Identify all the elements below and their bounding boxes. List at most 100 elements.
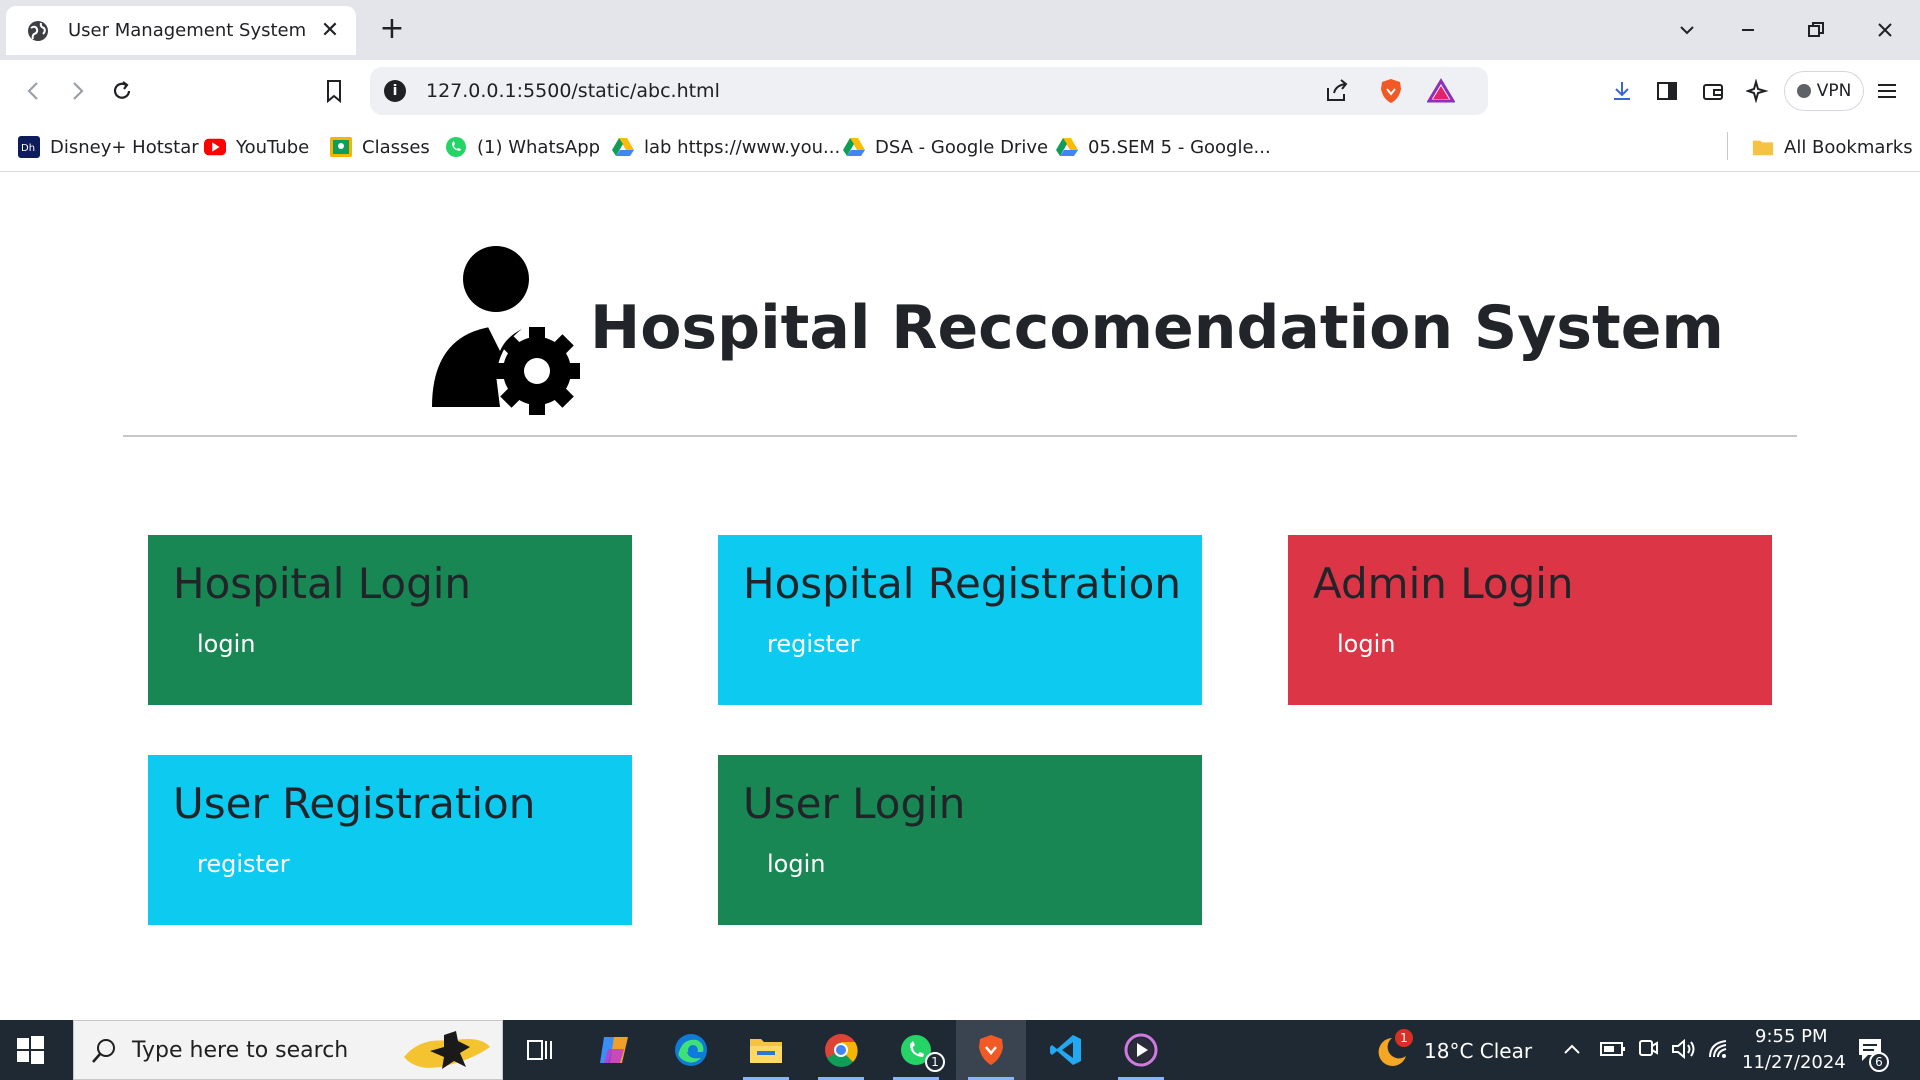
whatsapp-badge: 1 <box>925 1052 945 1072</box>
user-register-link[interactable]: register <box>197 850 290 878</box>
new-tab-plus-icon[interactable]: + <box>376 14 408 46</box>
svg-text:Dh: Dh <box>21 143 35 154</box>
clock-time[interactable]: 9:55 PM <box>1755 1026 1828 1047</box>
search-highlight-icon <box>404 1031 490 1069</box>
bookmark-label: Disney+ Hotstar <box>50 136 199 158</box>
card-admin-login: Admin Login login <box>1288 535 1772 705</box>
vpn-status-icon <box>1796 84 1811 98</box>
card-hospital-registration: Hospital Registration register <box>718 535 1202 705</box>
forward-arrow-icon[interactable] <box>61 75 93 107</box>
all-bookmarks-button[interactable]: All Bookmarks <box>1752 134 1913 160</box>
drive-icon <box>1056 136 1078 158</box>
wallet-icon[interactable] <box>1698 76 1728 106</box>
sidebar-icon[interactable] <box>1652 76 1682 106</box>
chrome-icon[interactable] <box>806 1020 876 1080</box>
minimize-icon[interactable] <box>1718 0 1778 60</box>
bookmark-lab[interactable]: lab https://www.you... <box>612 134 840 160</box>
hospital-login-link[interactable]: login <box>197 630 255 658</box>
share-icon[interactable] <box>1322 76 1352 106</box>
tab-close-icon[interactable]: ✕ <box>318 18 342 43</box>
notification-count-badge: 6 <box>1869 1052 1889 1072</box>
address-bar[interactable]: i 127.0.0.1:5500/static/abc.html <box>370 67 1488 115</box>
tab-strip: User Management System ✕ + <box>0 0 1920 60</box>
classroom-icon <box>330 136 352 158</box>
whatsapp-icon <box>445 136 467 158</box>
battery-icon[interactable] <box>1600 1040 1626 1058</box>
tab-title: User Management System <box>68 20 307 41</box>
media-player-icon[interactable] <box>1106 1020 1176 1080</box>
user-login-link[interactable]: login <box>767 850 825 878</box>
card-title: Hospital Registration <box>743 559 1181 608</box>
bookmarks-bar: Dh Disney+ Hotstar YouTube Classes (1) W… <box>0 122 1920 172</box>
windows-taskbar: Type here to search 1 1 18°C Clear 9:55 … <box>0 1020 1920 1080</box>
admin-login-link[interactable]: login <box>1337 630 1395 658</box>
bookmark-label: DSA - Google Drive <box>875 136 1049 158</box>
search-placeholder: Type here to search <box>132 1038 349 1063</box>
back-arrow-icon[interactable] <box>18 75 50 107</box>
browser-tab-active[interactable]: User Management System ✕ <box>6 6 356 55</box>
whatsapp-taskbar-icon[interactable]: 1 <box>881 1020 951 1080</box>
bookmark-hotstar[interactable]: Dh Disney+ Hotstar <box>18 134 199 160</box>
browser-toolbar: i 127.0.0.1:5500/static/abc.html VPN <box>0 60 1920 122</box>
bookmarks-separator <box>1727 132 1728 160</box>
bookmark-icon[interactable] <box>318 75 350 107</box>
brave-rewards-icon[interactable] <box>1426 76 1456 106</box>
bookmark-label: (1) WhatsApp <box>477 136 601 158</box>
task-view-icon[interactable] <box>505 1020 575 1080</box>
download-icon[interactable] <box>1607 76 1637 106</box>
bookmark-sem5-drive[interactable]: 05.SEM 5 - Google... <box>1056 134 1271 160</box>
vscode-icon[interactable] <box>1031 1020 1101 1080</box>
card-title: Admin Login <box>1313 559 1574 608</box>
vpn-button[interactable]: VPN <box>1784 71 1864 111</box>
hospital-register-link[interactable]: register <box>767 630 860 658</box>
globe-icon <box>28 20 48 41</box>
file-explorer-icon[interactable] <box>731 1020 801 1080</box>
card-title: Hospital Login <box>173 559 472 608</box>
clock-date[interactable]: 11/27/2024 <box>1742 1052 1846 1073</box>
page-title: Hospital Reccomendation System <box>590 293 1724 363</box>
page-content: Hospital Reccomendation System Hospital … <box>0 173 1920 1020</box>
card-user-login: User Login login <box>718 755 1202 925</box>
bookmark-classes[interactable]: Classes <box>330 134 430 160</box>
vpn-label: VPN <box>1816 81 1852 101</box>
show-hidden-icons-chevron-icon[interactable] <box>1562 1042 1582 1056</box>
edge-icon[interactable] <box>656 1020 726 1080</box>
folder-icon <box>1752 136 1774 158</box>
card-user-registration: User Registration register <box>148 755 632 925</box>
tab-search-chevron-icon[interactable] <box>1657 0 1717 60</box>
copilot-icon[interactable] <box>580 1020 650 1080</box>
url-text: 127.0.0.1:5500/static/abc.html <box>426 80 720 102</box>
restore-icon[interactable] <box>1786 0 1846 60</box>
bookmark-label: 05.SEM 5 - Google... <box>1088 136 1271 158</box>
bookmark-label: YouTube <box>236 136 310 158</box>
bookmark-whatsapp[interactable]: (1) WhatsApp <box>445 134 600 160</box>
card-title: User Login <box>743 779 966 828</box>
bookmark-label: Classes <box>362 136 430 158</box>
weather-text[interactable]: 18°C Clear <box>1424 1039 1532 1063</box>
site-info-icon[interactable]: i <box>384 80 406 102</box>
brave-shields-icon[interactable] <box>1376 76 1406 106</box>
bookmark-label: lab https://www.you... <box>644 136 841 158</box>
bookmark-youtube[interactable]: YouTube <box>204 134 309 160</box>
hotstar-icon: Dh <box>18 136 40 158</box>
wifi-icon[interactable] <box>1706 1037 1732 1061</box>
all-bookmarks-label: All Bookmarks <box>1784 136 1913 158</box>
bookmark-dsa-drive[interactable]: DSA - Google Drive <box>843 134 1048 160</box>
volume-icon[interactable] <box>1670 1037 1696 1061</box>
header-divider <box>123 435 1797 437</box>
brave-taskbar-icon[interactable] <box>956 1020 1026 1080</box>
taskbar-search-box[interactable]: Type here to search <box>73 1020 503 1080</box>
leo-ai-icon[interactable] <box>1743 76 1773 106</box>
windows-start-icon[interactable] <box>14 1034 46 1066</box>
close-window-icon[interactable] <box>1855 0 1915 60</box>
menu-hamburger-icon[interactable] <box>1872 76 1902 106</box>
user-settings-icon <box>432 246 580 415</box>
card-title: User Registration <box>173 779 536 828</box>
search-icon <box>92 1039 115 1063</box>
meet-now-icon[interactable] <box>1637 1037 1659 1061</box>
drive-icon <box>843 136 865 158</box>
drive-icon <box>612 136 634 158</box>
card-hospital-login: Hospital Login login <box>148 535 632 705</box>
weather-badge: 1 <box>1395 1029 1413 1047</box>
reload-icon[interactable] <box>106 75 138 107</box>
